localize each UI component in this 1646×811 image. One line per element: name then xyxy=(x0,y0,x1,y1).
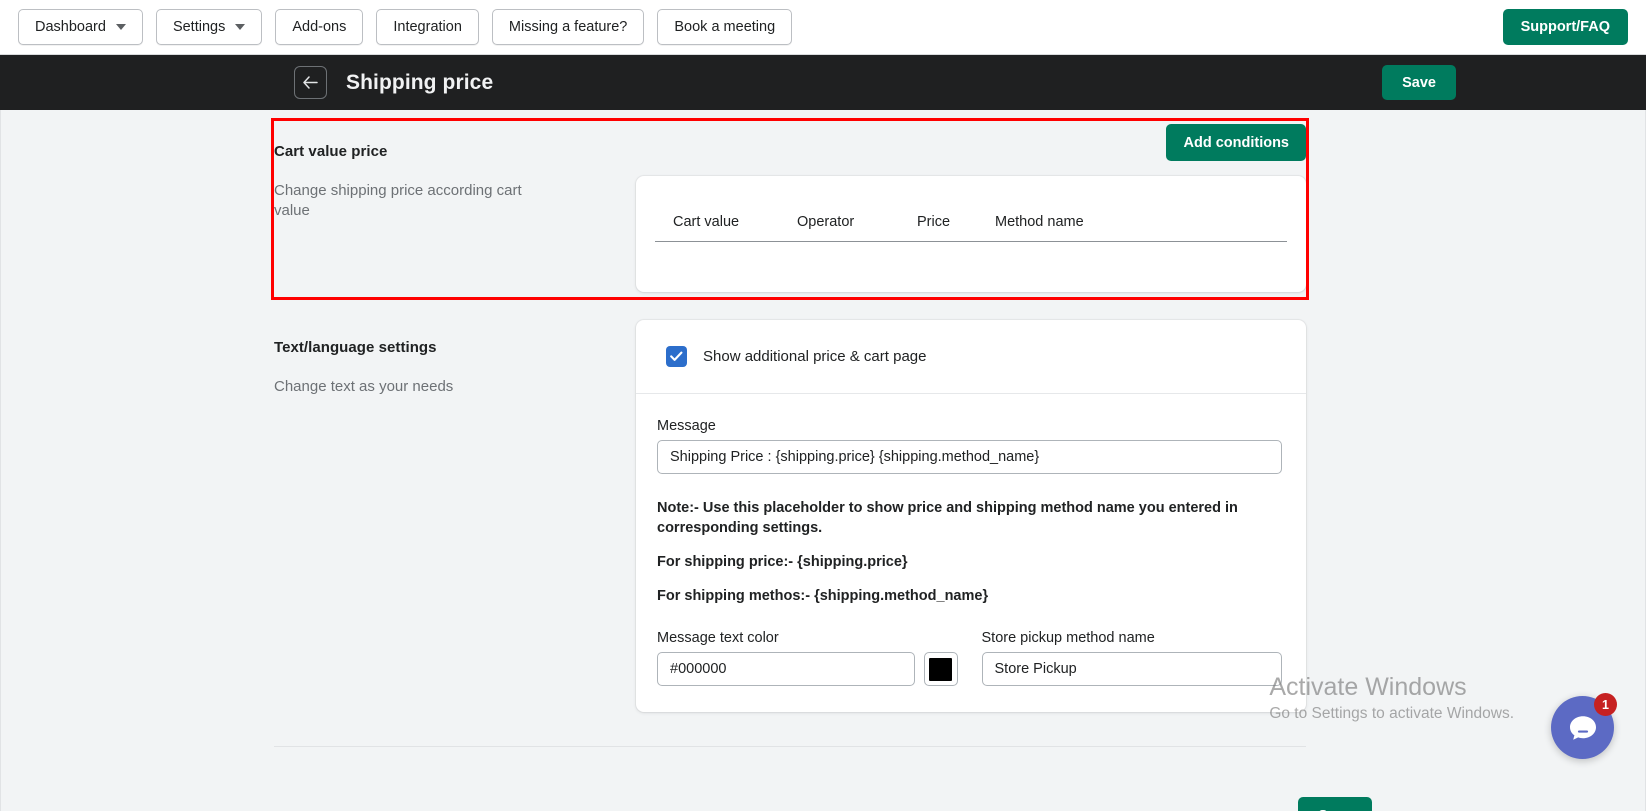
message-text-color-group: Message text color xyxy=(657,630,958,686)
checkmark-icon xyxy=(670,351,683,361)
show-additional-price-checkbox[interactable] xyxy=(666,346,687,367)
chat-bubble-icon xyxy=(1569,715,1596,740)
message-field-group: Message xyxy=(657,418,1282,474)
nav-button-dashboard[interactable]: Dashboard xyxy=(18,9,143,45)
section-text-language-description: Change text as your needs xyxy=(274,378,454,395)
section-text-language-description-column: Text/language settings Change text as yo… xyxy=(274,320,636,712)
add-conditions-label: Add conditions xyxy=(1183,134,1289,151)
section-cart-value-price: Cart value price Change shipping price a… xyxy=(274,124,1306,292)
save-button-header[interactable]: Save xyxy=(1382,65,1456,100)
section-text-language-settings: Text/language settings Change text as yo… xyxy=(274,320,1306,712)
message-text-color-input[interactable] xyxy=(657,652,915,686)
show-additional-price-row[interactable]: Show additional price & cart page xyxy=(636,320,1306,394)
chat-widget[interactable]: 1 xyxy=(1551,693,1617,759)
nav-button-integration[interactable]: Integration xyxy=(376,9,479,45)
column-header-method-name: Method name xyxy=(995,176,1287,242)
show-additional-price-label[interactable]: Show additional price & cart page xyxy=(703,348,926,365)
store-pickup-method-input[interactable] xyxy=(981,652,1282,686)
footer-divider xyxy=(274,746,1306,747)
save-button-footer-label: Save xyxy=(1318,808,1352,811)
chevron-down-icon xyxy=(235,24,246,30)
chat-unread-badge[interactable]: 1 xyxy=(1594,693,1617,716)
store-pickup-method-label: Store pickup method name xyxy=(981,630,1155,646)
add-conditions-button[interactable]: Add conditions xyxy=(1166,124,1306,161)
chevron-down-icon xyxy=(115,24,126,30)
top-navigation-bar: Dashboard Settings Add-ons Integration M… xyxy=(0,0,1646,55)
page-title: Shipping price xyxy=(346,70,494,94)
column-header-price: Price xyxy=(917,176,995,242)
placeholder-notes: Note:- Use this placeholder to show pric… xyxy=(657,498,1282,606)
support-faq-button[interactable]: Support/FAQ xyxy=(1502,9,1628,45)
cart-value-conditions-card: Cart value Operator Price Method name xyxy=(636,176,1306,292)
nav-button-settings-label: Settings xyxy=(172,19,226,35)
cart-value-conditions-table: Cart value Operator Price Method name xyxy=(655,176,1287,242)
chat-unread-count: 1 xyxy=(1602,697,1609,712)
text-language-settings-card: Show additional price & cart page Messag… xyxy=(636,320,1306,712)
page-header: Shipping price Save xyxy=(0,55,1646,110)
note-line-shipping-method: For shipping methos:- {shipping.method_n… xyxy=(657,588,989,604)
nav-button-missing-a-feature-label: Missing a feature? xyxy=(508,19,628,35)
watermark-subtitle: Go to Settings to activate Windows. xyxy=(1269,704,1514,722)
page-content-area: Cart value price Change shipping price a… xyxy=(0,110,1646,811)
table-header-row: Cart value Operator Price Method name xyxy=(655,176,1287,242)
back-button[interactable] xyxy=(294,66,327,99)
color-swatch-chip xyxy=(929,657,952,681)
arrow-left-icon xyxy=(303,76,318,89)
color-swatch-button[interactable] xyxy=(923,652,958,686)
nav-button-book-a-meeting[interactable]: Book a meeting xyxy=(657,9,793,45)
nav-button-addons[interactable]: Add-ons xyxy=(275,9,364,45)
store-pickup-method-group: Store pickup method name xyxy=(981,630,1282,686)
message-text-color-control xyxy=(657,652,958,686)
text-settings-fields: Message Note:- Use this placeholder to s… xyxy=(636,394,1306,712)
section-text-language-heading: Text/language settings xyxy=(274,339,437,356)
note-line-shipping-price: For shipping price:- {shipping.price} xyxy=(657,554,908,570)
nav-button-book-a-meeting-label: Book a meeting xyxy=(674,19,776,35)
note-line-main: Note:- Use this placeholder to show pric… xyxy=(657,500,1238,536)
windows-activation-watermark: Activate Windows Go to Settings to activ… xyxy=(1269,673,1514,723)
column-header-cart-value: Cart value xyxy=(655,176,797,242)
watermark-title: Activate Windows xyxy=(1269,673,1467,701)
color-and-pickup-row: Message text color Store pickup method n… xyxy=(657,630,1282,686)
nav-button-settings[interactable]: Settings xyxy=(155,9,263,45)
save-button-header-label: Save xyxy=(1402,74,1436,91)
message-text-color-label: Message text color xyxy=(657,630,779,646)
nav-button-integration-label: Integration xyxy=(393,19,462,35)
nav-button-missing-a-feature[interactable]: Missing a feature? xyxy=(491,9,645,45)
nav-button-dashboard-label: Dashboard xyxy=(35,19,106,35)
nav-button-addons-label: Add-ons xyxy=(292,19,347,35)
section-cart-value-price-description: Change shipping price according cart val… xyxy=(274,182,522,219)
save-button-footer[interactable]: Save xyxy=(1298,797,1372,811)
message-field-label: Message xyxy=(657,418,716,434)
section-cart-value-price-description-column: Cart value price Change shipping price a… xyxy=(274,124,636,292)
column-header-operator: Operator xyxy=(797,176,917,242)
support-faq-label: Support/FAQ xyxy=(1520,19,1610,35)
section-cart-value-price-heading: Cart value price xyxy=(274,143,388,160)
message-input[interactable] xyxy=(657,440,1282,474)
